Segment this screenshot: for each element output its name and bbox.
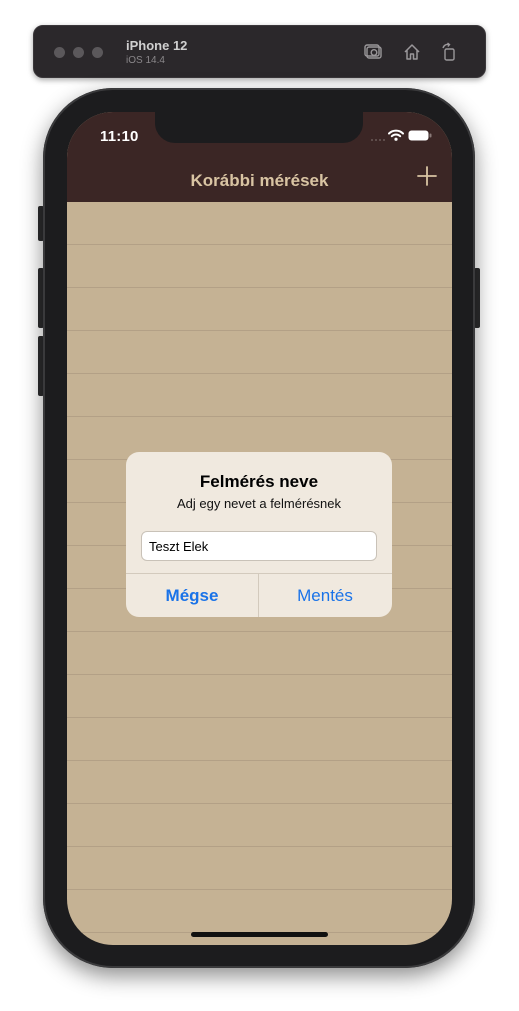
plus-icon[interactable] [416, 165, 438, 187]
rotate-icon[interactable] [439, 42, 459, 62]
list-row [67, 632, 452, 675]
device-screen: 11:10 Korábbi mérések Felmérés neve Adj … [67, 112, 452, 945]
simulator-toolbar: iPhone 12 iOS 14.4 [33, 25, 486, 78]
minimize-window-button[interactable] [73, 47, 84, 58]
os-version: iOS 14.4 [126, 55, 165, 66]
list-row [67, 804, 452, 847]
dialog-title: Felmérés neve [199, 472, 319, 491]
list-row [67, 331, 452, 374]
close-window-button[interactable] [54, 47, 65, 58]
dialog-message: Adj egy nevet a felmérésnek [176, 496, 342, 511]
cancel-button[interactable]: Mégse [126, 574, 258, 617]
survey-name-input[interactable] [141, 531, 377, 561]
list-row [67, 245, 452, 288]
list-row [67, 374, 452, 417]
screenshot-icon[interactable] [363, 42, 383, 62]
home-indicator[interactable] [191, 932, 328, 937]
save-button[interactable]: Mentés [259, 574, 391, 617]
list-row [67, 890, 452, 933]
device-name: iPhone 12 [126, 38, 188, 53]
list-row [67, 718, 452, 761]
page-title: Korábbi mérések [190, 171, 329, 190]
zoom-window-button[interactable] [92, 47, 103, 58]
list-row [67, 288, 452, 331]
cellular-dots-icon [371, 139, 385, 141]
wifi-icon [388, 129, 404, 141]
navigation-bar: Korábbi mérések [67, 158, 452, 202]
list-row [67, 761, 452, 804]
notch [155, 112, 363, 143]
status-bar: 11:10 [67, 112, 452, 158]
status-time: 11:10 [100, 128, 139, 145]
list-row [67, 847, 452, 890]
battery-icon [408, 130, 432, 141]
name-survey-dialog: Felmérés neve Adj egy nevet a felmérésne… [126, 452, 392, 617]
list-row [67, 202, 452, 245]
list-row [67, 675, 452, 718]
home-icon[interactable] [402, 42, 422, 62]
